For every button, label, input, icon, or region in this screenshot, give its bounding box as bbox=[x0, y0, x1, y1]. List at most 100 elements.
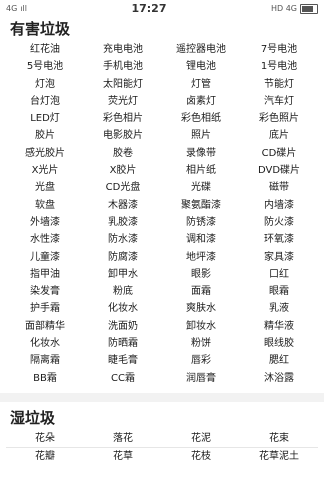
hazardous-waste-item[interactable]: 红花油 bbox=[6, 41, 84, 58]
hazardous-waste-item[interactable]: 台灯泡 bbox=[6, 93, 84, 110]
hazardous-waste-item[interactable]: 7号电池 bbox=[240, 41, 318, 58]
hazardous-waste-item[interactable]: 聚氨酯漆 bbox=[162, 197, 240, 214]
hazardous-waste-item[interactable]: 手机电池 bbox=[84, 58, 162, 75]
signal-icon: ıll bbox=[20, 4, 27, 13]
hazardous-waste-item[interactable]: 睫毛膏 bbox=[84, 352, 162, 369]
hazardous-waste-item[interactable]: BB霜 bbox=[6, 370, 84, 387]
wet-waste-item[interactable]: 花泥 bbox=[162, 430, 240, 447]
hazardous-waste-item[interactable]: 防晒霜 bbox=[84, 335, 162, 352]
hazardous-waste-item[interactable]: X胶片 bbox=[84, 162, 162, 179]
wet-waste-item[interactable]: 花枝 bbox=[162, 448, 240, 465]
hazardous-waste-item[interactable]: 相片纸 bbox=[162, 162, 240, 179]
hazardous-waste-item[interactable]: 眼影 bbox=[162, 266, 240, 283]
hazardous-waste-item[interactable]: 化妆水 bbox=[84, 300, 162, 317]
hazardous-waste-item[interactable]: 感光胶片 bbox=[6, 145, 84, 162]
wet-waste-item[interactable]: 花束 bbox=[240, 430, 318, 447]
hazardous-waste-item[interactable]: 光盘 bbox=[6, 179, 84, 196]
hazardous-waste-item[interactable]: 眼线胶 bbox=[240, 335, 318, 352]
hazardous-waste-item[interactable]: 儿童漆 bbox=[6, 249, 84, 266]
hazardous-waste-item[interactable]: 乳胶漆 bbox=[84, 214, 162, 231]
hazardous-waste-grid: 红花油 充电电池 遥控器电池 7号电池 5号电池 手机电池 锂电池 1号电池灯泡 太阳能灯 灯管节… bbox=[0, 41, 324, 387]
hazardous-waste-item[interactable]: CC霜 bbox=[84, 370, 162, 387]
hazardous-waste-item[interactable]: 遥控器电池 bbox=[162, 41, 240, 58]
hd-network-indicator: HD 4G bbox=[270, 4, 297, 13]
hazardous-waste-item[interactable]: 充电电池 bbox=[84, 41, 162, 58]
hazardous-waste-item[interactable]: 防锈漆 bbox=[162, 214, 240, 231]
hazardous-waste-item[interactable]: 调和漆 bbox=[162, 231, 240, 248]
hazardous-waste-item[interactable]: 隔离霜 bbox=[6, 352, 84, 369]
hazardous-waste-item[interactable]: 灯泡 bbox=[6, 76, 84, 93]
section-divider bbox=[0, 392, 324, 402]
hazardous-waste-item[interactable]: 防水漆 bbox=[84, 231, 162, 248]
battery-icon bbox=[300, 3, 318, 14]
hazardous-waste-item[interactable]: 光碟 bbox=[162, 179, 240, 196]
wet-waste-item[interactable]: 花瓣 bbox=[6, 448, 84, 465]
hazardous-waste-item[interactable]: 汽车灯 bbox=[240, 93, 318, 110]
hazardous-waste-title: 有害垃圾 bbox=[10, 20, 71, 38]
hazardous-waste-item[interactable]: 内墙漆 bbox=[240, 197, 318, 214]
hazardous-waste-item[interactable]: 节能灯 bbox=[240, 76, 318, 93]
hazardous-waste-item[interactable]: 软盘 bbox=[6, 197, 84, 214]
hazardous-waste-item[interactable]: 唇彩 bbox=[162, 352, 240, 369]
status-right: HD 4G bbox=[270, 3, 318, 14]
hazardous-waste-item[interactable]: 化妆水 bbox=[6, 335, 84, 352]
wet-waste-item[interactable]: 花朵 bbox=[6, 430, 84, 447]
hazardous-waste-item[interactable]: 防腐漆 bbox=[84, 249, 162, 266]
hazardous-waste-item[interactable]: 家具漆 bbox=[240, 249, 318, 266]
hazardous-waste-item[interactable]: 腮红 bbox=[240, 352, 318, 369]
hazardous-waste-item[interactable]: X光片 bbox=[6, 162, 84, 179]
hazardous-waste-item[interactable]: 爽肤水 bbox=[162, 300, 240, 317]
hazardous-waste-item[interactable]: 电影胶片 bbox=[84, 127, 162, 144]
hazardous-waste-item[interactable]: 磁带 bbox=[240, 179, 318, 196]
hazardous-waste-item[interactable]: 录像带 bbox=[162, 145, 240, 162]
hazardous-waste-item[interactable]: 粉底 bbox=[84, 283, 162, 300]
hazardous-waste-item[interactable]: 指甲油 bbox=[6, 266, 84, 283]
hazardous-waste-item[interactable]: 乳液 bbox=[240, 300, 318, 317]
hazardous-waste-item[interactable]: 锂电池 bbox=[162, 58, 240, 75]
hazardous-waste-item[interactable]: 卤素灯 bbox=[162, 93, 240, 110]
hazardous-waste-item[interactable]: 底片 bbox=[240, 127, 318, 144]
hazardous-waste-item[interactable]: 胶卷 bbox=[84, 145, 162, 162]
status-bar: 4G ıll 17:27 HD 4G bbox=[0, 0, 324, 17]
hazardous-waste-item[interactable]: 外墙漆 bbox=[6, 214, 84, 231]
wet-waste-title: 湿垃圾 bbox=[10, 408, 56, 427]
clock: 17:27 bbox=[131, 2, 167, 15]
hazardous-waste-item[interactable]: 卸妆水 bbox=[162, 318, 240, 335]
hazardous-waste-item[interactable]: 地坪漆 bbox=[162, 249, 240, 266]
hazardous-waste-item[interactable]: 防火漆 bbox=[240, 214, 318, 231]
hazardous-waste-item[interactable]: 口红 bbox=[240, 266, 318, 283]
hazardous-waste-item[interactable]: 彩色相纸 bbox=[162, 110, 240, 127]
hazardous-waste-item[interactable]: LED灯 bbox=[6, 110, 84, 127]
hazardous-waste-item[interactable]: 太阳能灯 bbox=[84, 76, 162, 93]
hazardous-waste-item[interactable]: 沐浴露 bbox=[240, 370, 318, 387]
hazardous-waste-item[interactable]: 胶片 bbox=[6, 127, 84, 144]
hazardous-waste-item[interactable]: 护手霜 bbox=[6, 300, 84, 317]
hazardous-waste-item[interactable]: 荧光灯 bbox=[84, 93, 162, 110]
hazardous-waste-item[interactable]: CD光盘 bbox=[84, 179, 162, 196]
hazardous-waste-item[interactable]: 洗面奶 bbox=[84, 318, 162, 335]
hazardous-waste-item[interactable]: 精华液 bbox=[240, 318, 318, 335]
hazardous-waste-item[interactable]: DVD碟片 bbox=[240, 162, 318, 179]
hazardous-waste-item[interactable]: 木器漆 bbox=[84, 197, 162, 214]
hazardous-waste-item[interactable]: 卸甲水 bbox=[84, 266, 162, 283]
hazardous-waste-item[interactable]: 环氧漆 bbox=[240, 231, 318, 248]
wet-waste-item[interactable]: 落花 bbox=[84, 430, 162, 447]
hazardous-waste-item[interactable]: 润唇膏 bbox=[162, 370, 240, 387]
wet-waste-grid: 花朵 落花 花泥 花束花瓣 花草 花枝 花草泥土 bbox=[0, 430, 324, 465]
hazardous-waste-item[interactable]: 彩色相片 bbox=[84, 110, 162, 127]
wet-waste-item[interactable]: 花草泥土 bbox=[240, 448, 318, 465]
hazardous-waste-item[interactable]: 面部精华 bbox=[6, 318, 84, 335]
hazardous-waste-item[interactable]: 眼霜 bbox=[240, 283, 318, 300]
wet-waste-item[interactable]: 花草 bbox=[84, 448, 162, 465]
hazardous-waste-item[interactable]: 照片 bbox=[162, 127, 240, 144]
hazardous-waste-item[interactable]: 面霜 bbox=[162, 283, 240, 300]
hazardous-waste-item[interactable]: 1号电池 bbox=[240, 58, 318, 75]
hazardous-waste-item[interactable]: 彩色照片 bbox=[240, 110, 318, 127]
hazardous-waste-item[interactable]: 水性漆 bbox=[6, 231, 84, 248]
status-left: 4G ıll bbox=[6, 4, 27, 13]
hazardous-waste-item[interactable]: 灯管 bbox=[162, 76, 240, 93]
hazardous-waste-item[interactable]: 粉饼 bbox=[162, 335, 240, 352]
hazardous-waste-item[interactable]: CD碟片 bbox=[240, 145, 318, 162]
hazardous-waste-item[interactable]: 染发膏 bbox=[6, 283, 84, 300]
hazardous-waste-item[interactable]: 5号电池 bbox=[6, 58, 84, 75]
